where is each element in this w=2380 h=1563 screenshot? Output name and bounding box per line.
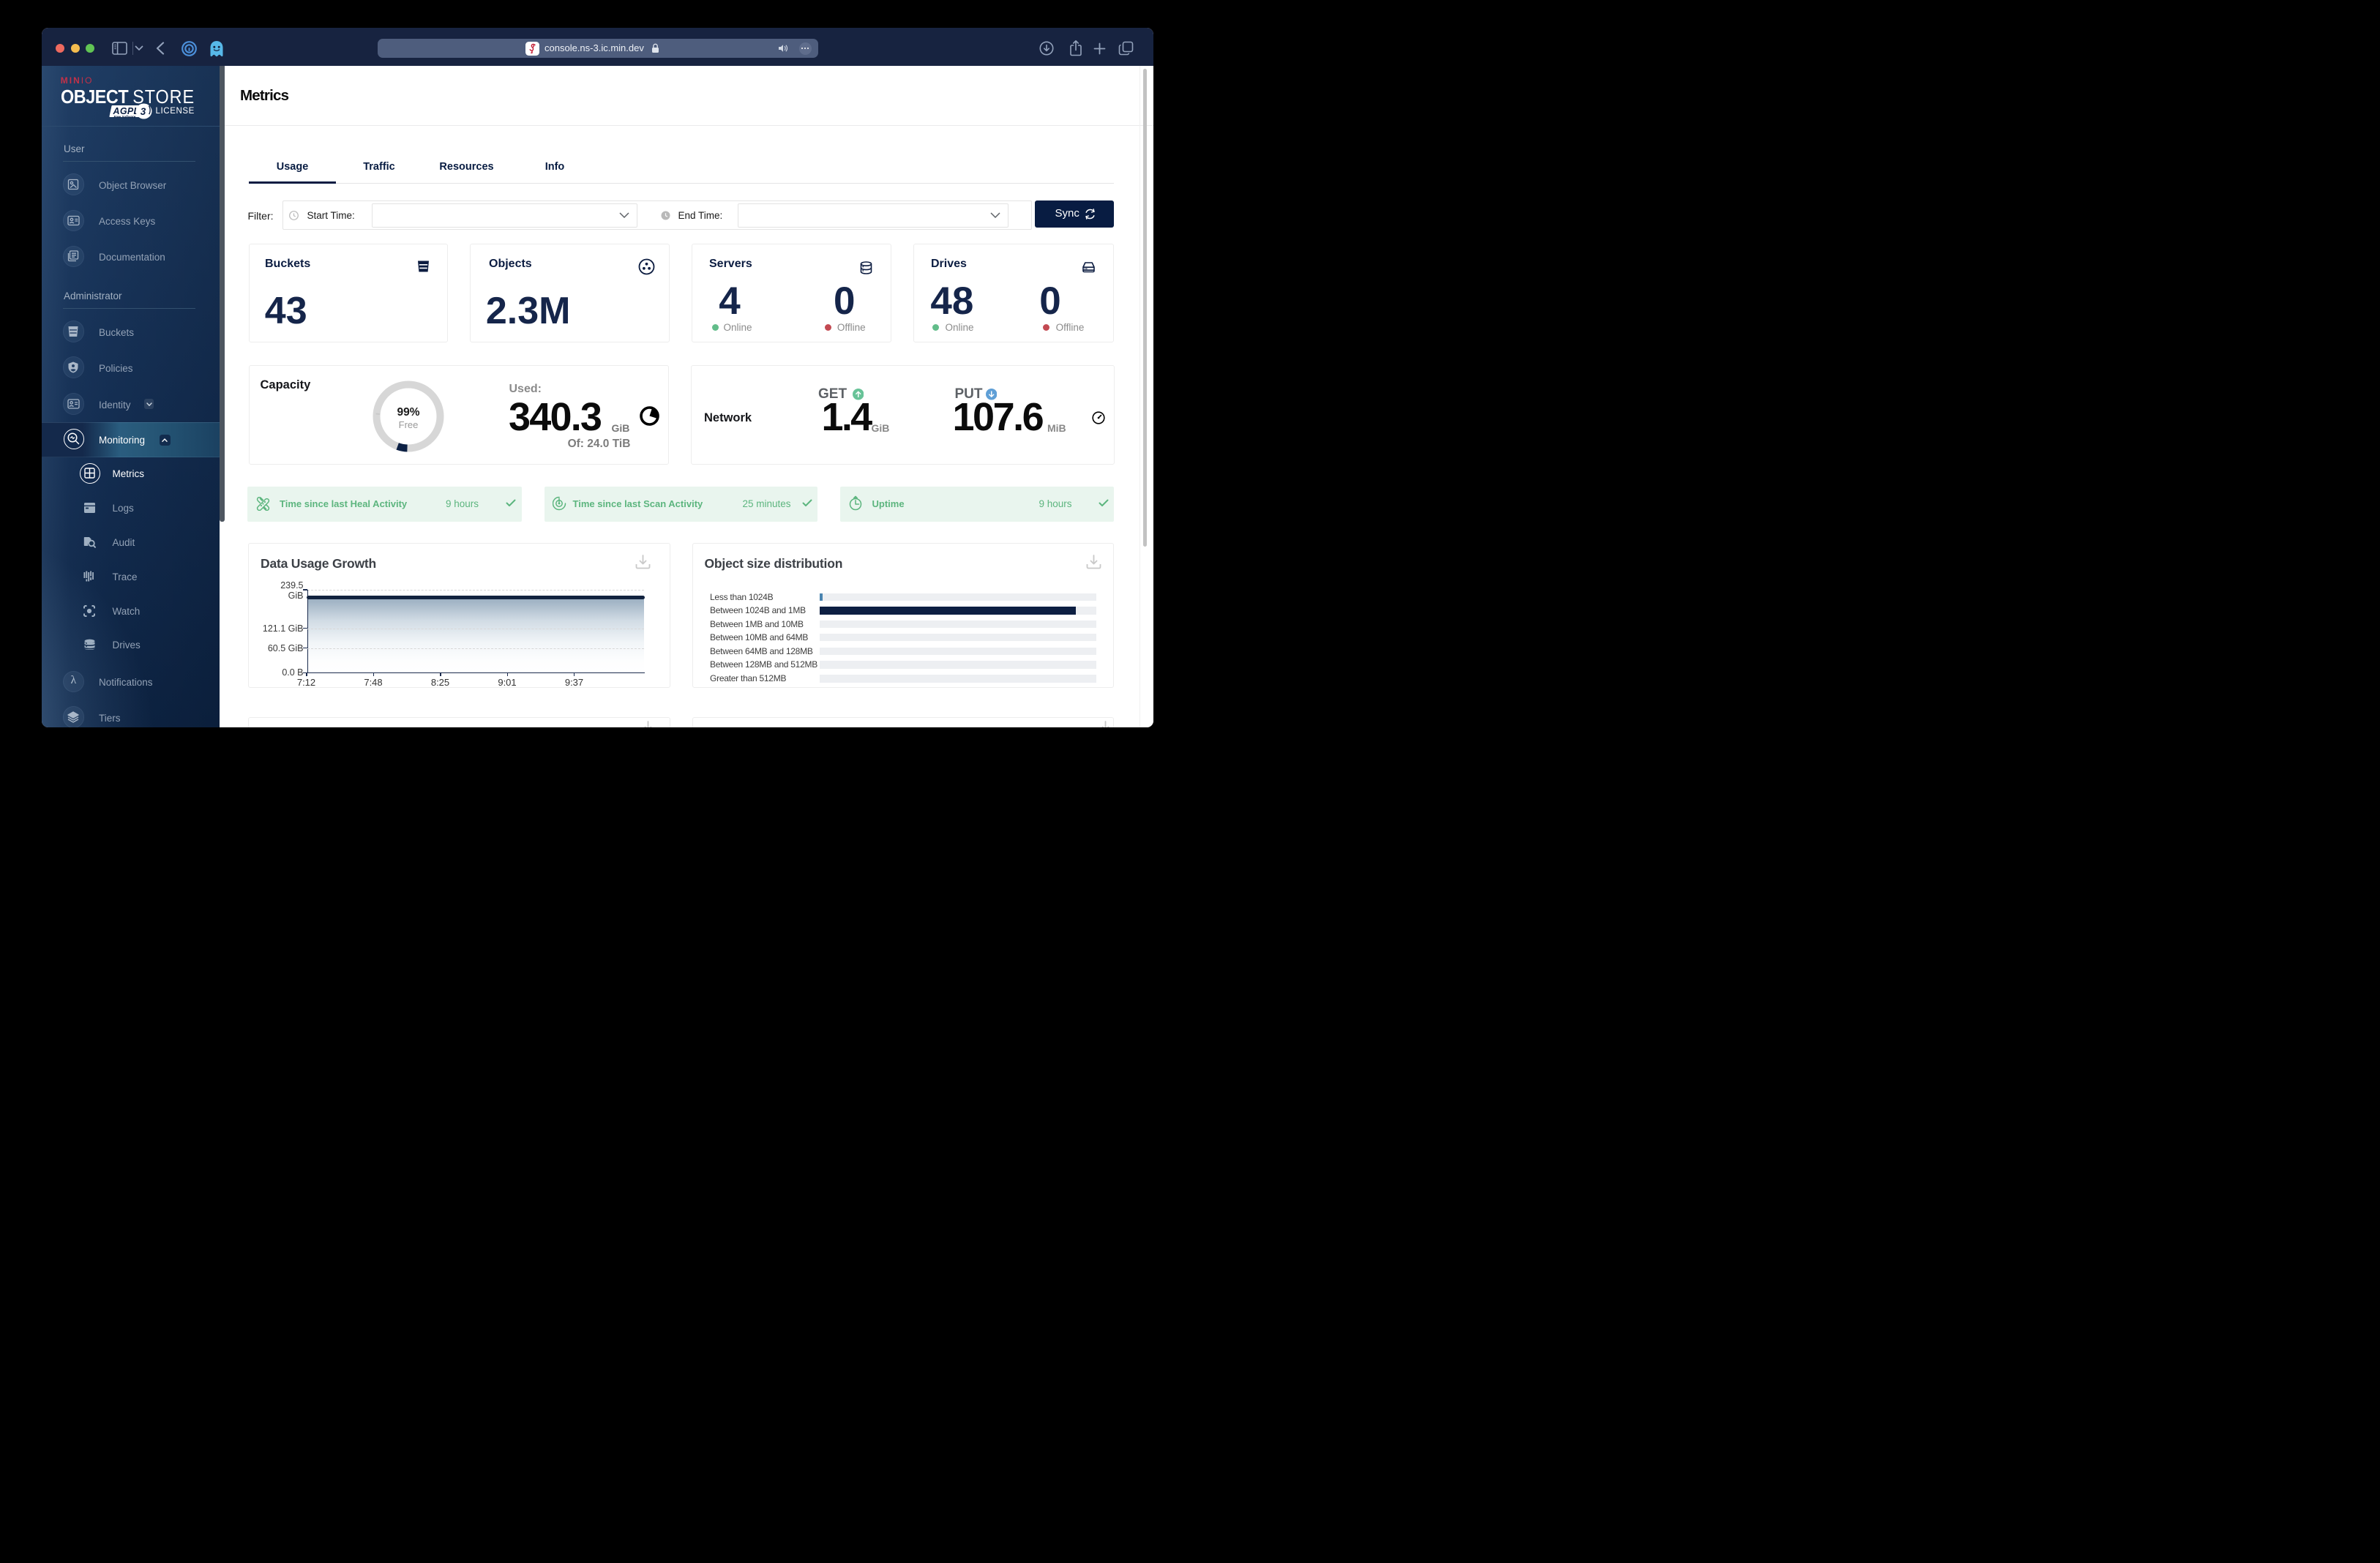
svg-text:3: 3: [140, 105, 146, 116]
